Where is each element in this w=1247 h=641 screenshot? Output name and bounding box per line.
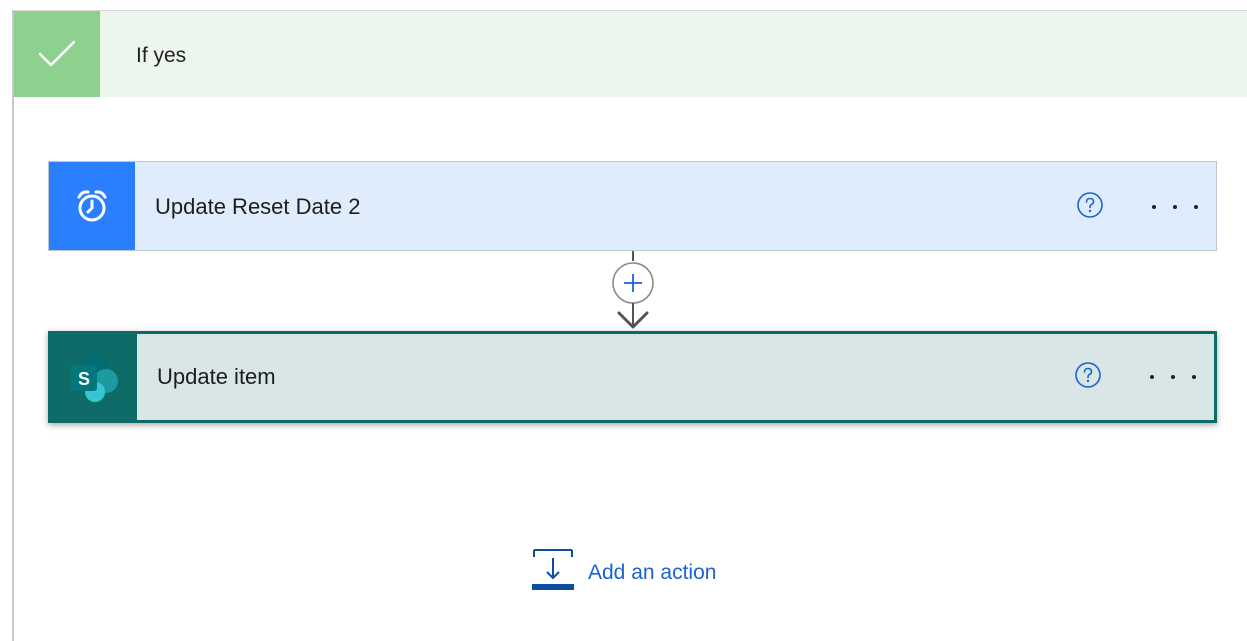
action-title: Update Reset Date 2 bbox=[155, 194, 361, 219]
dot bbox=[1171, 375, 1175, 379]
action-card-update-item[interactable]: S Update item bbox=[48, 331, 1217, 423]
condition-branch-container: If yes Update Reset Date 2 S Update item… bbox=[12, 10, 1247, 641]
branch-header[interactable]: If yes bbox=[14, 11, 1247, 97]
action-title: Update item bbox=[157, 364, 276, 389]
more-options-icon[interactable] bbox=[1152, 199, 1198, 215]
dot bbox=[1192, 375, 1196, 379]
help-icon[interactable] bbox=[1076, 191, 1104, 219]
sharepoint-icon: S bbox=[49, 332, 137, 422]
add-action-icon bbox=[532, 547, 574, 596]
dot bbox=[1150, 375, 1154, 379]
insert-step-connector bbox=[609, 251, 657, 331]
dot bbox=[1194, 205, 1198, 209]
more-options-icon[interactable] bbox=[1150, 369, 1196, 385]
dot bbox=[1173, 205, 1177, 209]
help-icon[interactable] bbox=[1074, 361, 1102, 389]
sharepoint-letter: S bbox=[78, 369, 90, 389]
add-action-label: Add an action bbox=[588, 561, 717, 584]
branch-title: If yes bbox=[136, 44, 187, 67]
add-action-button[interactable]: Add an action bbox=[532, 547, 717, 596]
dot bbox=[1152, 205, 1156, 209]
action-card-update-reset-date[interactable]: Update Reset Date 2 bbox=[48, 161, 1217, 251]
alarm-clock-icon bbox=[49, 162, 135, 250]
check-icon bbox=[14, 11, 100, 97]
plus-icon[interactable] bbox=[613, 263, 653, 303]
